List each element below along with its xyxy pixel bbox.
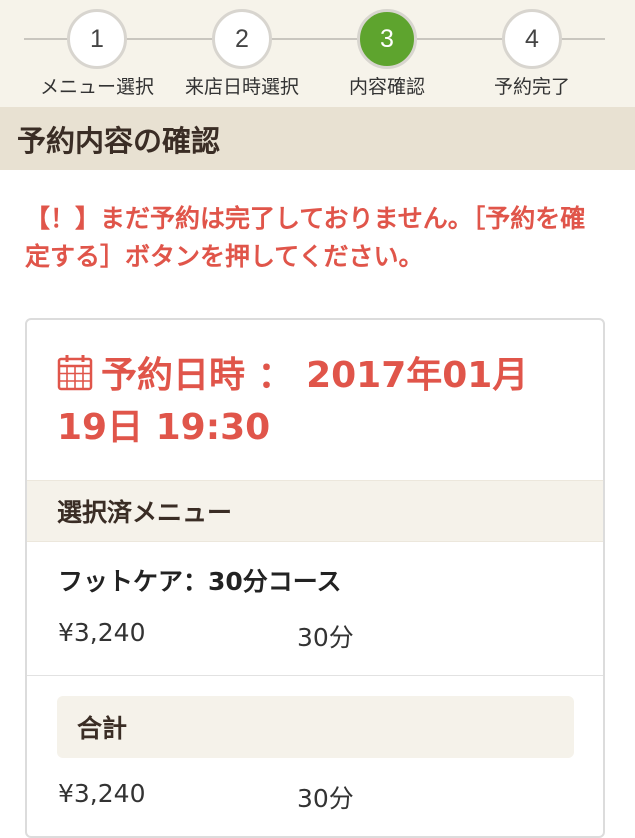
- total-label: 合計: [77, 714, 128, 743]
- selected-menu-header: 選択済メニュー: [27, 480, 603, 542]
- total-price: ¥3,240: [58, 779, 146, 808]
- step-menu-select: 1 メニュー選択: [17, 9, 177, 99]
- selected-menu-label: 選択済メニュー: [57, 498, 233, 527]
- step-confirm: 3 内容確認: [307, 9, 467, 99]
- menu-item-price: ¥3,240: [58, 618, 146, 647]
- step-number-circle-active: 3: [357, 9, 417, 69]
- total-header: 合計: [57, 696, 574, 758]
- step-label: 内容確認: [348, 76, 425, 98]
- menu-item-duration: 30分: [297, 623, 354, 652]
- reservation-datetime-text: 予約日時 ： 2017年01月19日 19:30: [57, 355, 529, 448]
- page-title: 予約内容の確認: [17, 123, 221, 158]
- progress-stepper: 1 メニュー選択 2 来店日時選択 3 内容確認 4 予約完了: [0, 0, 635, 107]
- step-label: 予約完了: [493, 76, 570, 98]
- step-number-circle: 2: [212, 9, 272, 69]
- reservation-card: 予約日時 ： 2017年01月19日 19:30 選択済メニュー フットケア：3…: [25, 318, 605, 838]
- step-number-circle: 1: [67, 9, 127, 69]
- total-duration: 30分: [297, 784, 354, 813]
- warning-message: 【！】まだ予約は完了しておりません。［予約を確定する］ボタンを押してください。: [25, 204, 586, 271]
- list-item: フットケア：30分コース ¥3,240 30分: [27, 542, 603, 676]
- step-label: メニュー選択: [39, 76, 154, 98]
- step-number-circle: 4: [502, 9, 562, 69]
- calendar-icon: [57, 355, 93, 391]
- reservation-datetime: 予約日時 ： 2017年01月19日 19:30: [57, 350, 577, 454]
- step-complete: 4 予約完了: [452, 9, 612, 99]
- section-header: 予約内容の確認: [0, 107, 635, 170]
- step-datetime-select: 2 来店日時選択: [162, 9, 322, 99]
- step-label: 来店日時選択: [184, 76, 299, 98]
- menu-item-name: フットケア：30分コース: [58, 567, 342, 596]
